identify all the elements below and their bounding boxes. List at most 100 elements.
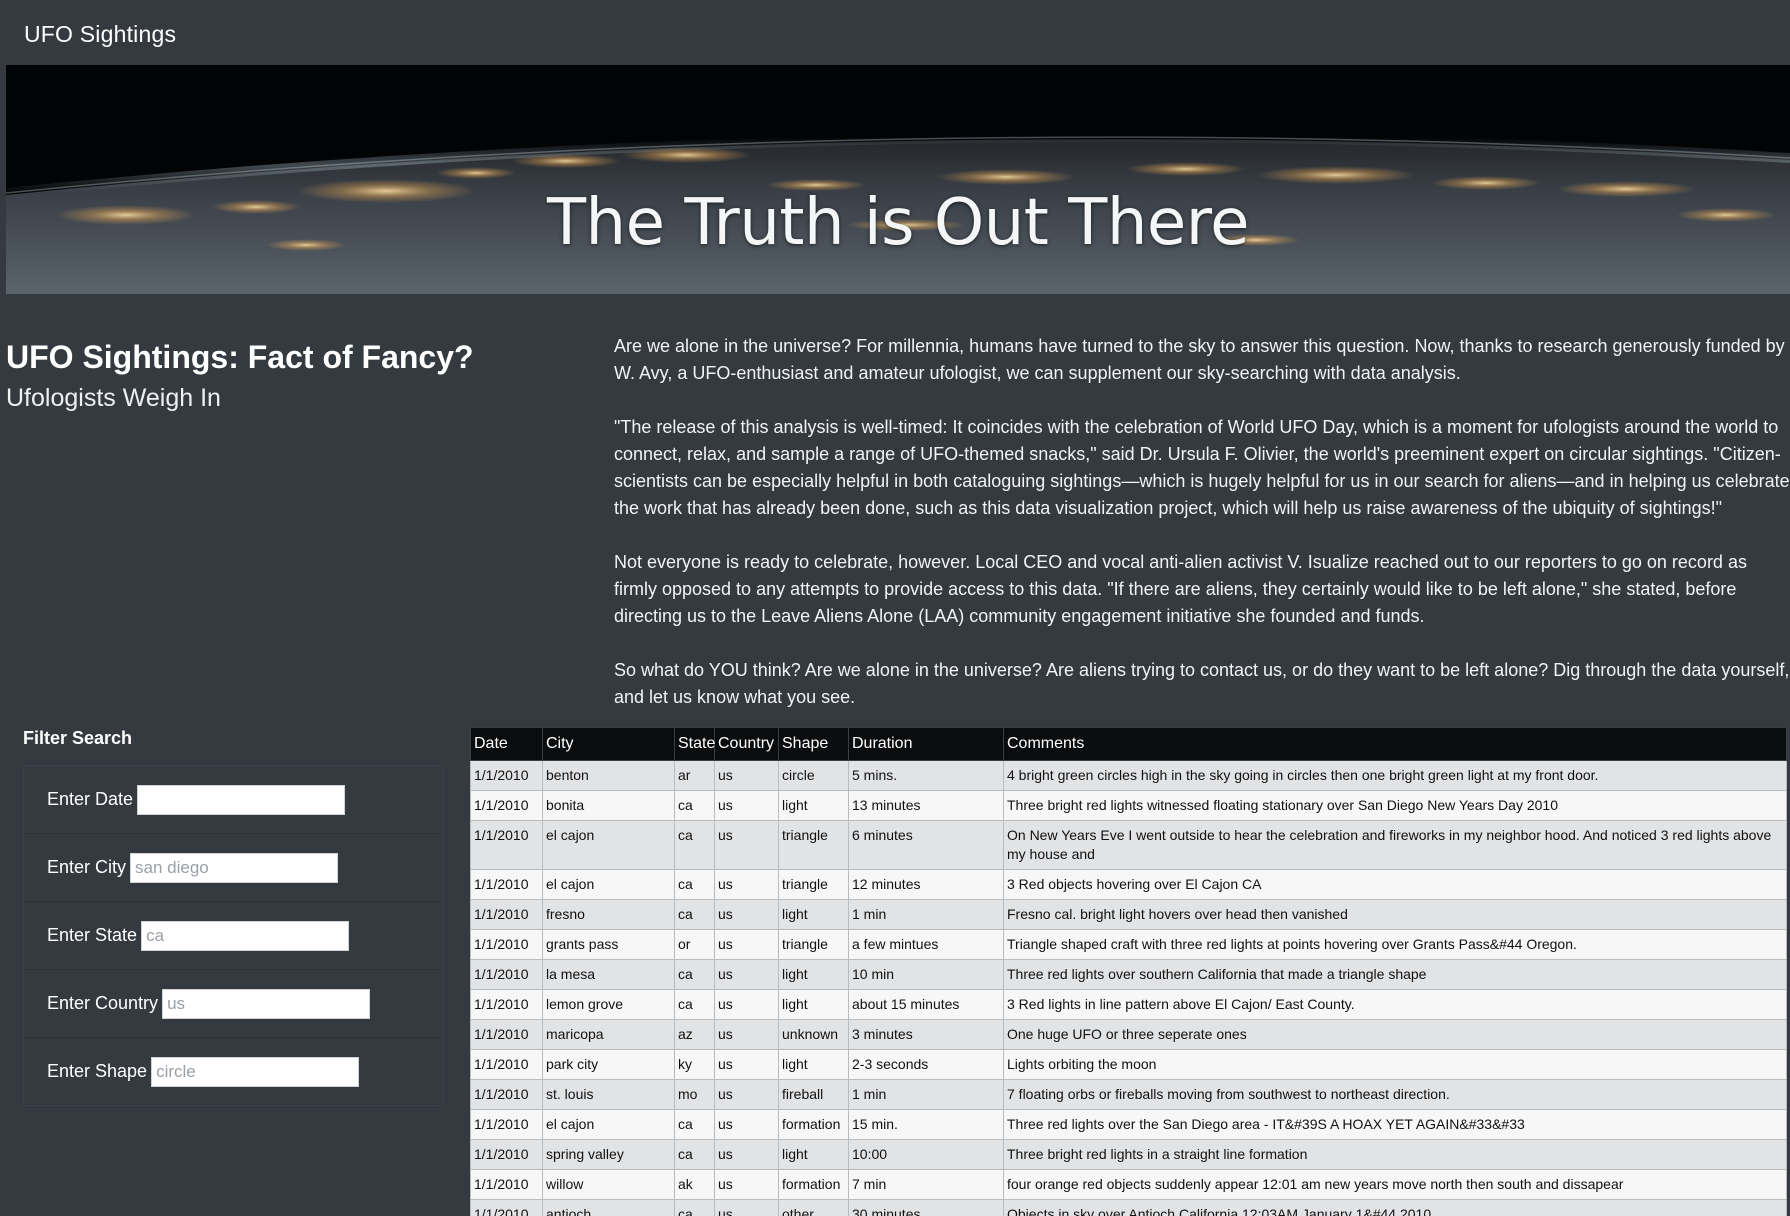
article-paragraph: Not everyone is ready to celebrate, howe…: [614, 552, 1747, 626]
cell-city: maricopa: [542, 1019, 675, 1050]
filter-panel: Filter Search Enter Date Enter City Ente…: [23, 728, 443, 1106]
cell-state: ca: [674, 1139, 715, 1170]
filter-label-date: Enter Date: [47, 789, 134, 809]
cell-country: us: [714, 1049, 779, 1080]
cell-date: 1/1/2010: [470, 1169, 543, 1200]
cell-shape: light: [778, 1049, 849, 1080]
cell-state: ca: [674, 899, 715, 930]
cell-city: park city: [542, 1049, 675, 1080]
cell-duration: 1 min: [848, 1079, 1004, 1110]
cell-state: az: [674, 1019, 715, 1050]
cell-state: ca: [674, 989, 715, 1020]
cell-city: el cajon: [542, 1109, 675, 1140]
cell-date: 1/1/2010: [470, 989, 543, 1020]
cell-shape: formation: [778, 1169, 849, 1200]
column-header-city: City: [542, 727, 675, 761]
column-header-state: State: [674, 727, 715, 761]
cell-shape: light: [778, 989, 849, 1020]
cell-state: ca: [674, 820, 715, 870]
filter-label-state: Enter State: [47, 925, 138, 945]
cell-date: 1/1/2010: [470, 899, 543, 930]
country-input[interactable]: [162, 988, 371, 1019]
cell-shape: unknown: [778, 1019, 849, 1050]
cell-shape: formation: [778, 1109, 849, 1140]
cell-comments: 7 floating orbs or fireballs moving from…: [1003, 1079, 1787, 1110]
cell-comments: Lights orbiting the moon: [1003, 1049, 1787, 1080]
cell-shape: circle: [778, 760, 849, 791]
cell-shape: triangle: [778, 820, 849, 870]
cell-shape: light: [778, 959, 849, 990]
column-header-comments: Comments: [1003, 727, 1787, 761]
cell-date: 1/1/2010: [470, 959, 543, 990]
ufo-table: Date City State Country Shape Duration Comment…: [470, 727, 1787, 1216]
cell-state: ky: [674, 1049, 715, 1080]
cell-country: us: [714, 929, 779, 960]
cell-comments: 4 bright green circles high in the sky g…: [1003, 760, 1787, 791]
cell-date: 1/1/2010: [470, 1049, 543, 1080]
cell-shape: light: [778, 790, 849, 821]
table-row: 1/1/2010 fresno ca us light 1 min Fresno cal. …: [470, 899, 1787, 930]
table-row: 1/1/2010 la mesa ca us light 10 min Three red …: [470, 959, 1787, 990]
ufo-table-container: Date City State Country Shape Duration Comment…: [470, 727, 1787, 1216]
cell-duration: 1 min: [848, 899, 1004, 930]
filter-item-date: Enter Date: [24, 766, 442, 834]
cell-date: 1/1/2010: [470, 1139, 543, 1170]
cell-state: or: [674, 929, 715, 960]
article-section: UFO Sightings: Fact of Fancy? Ufologists…: [6, 294, 1790, 724]
column-header-date: Date: [470, 727, 543, 761]
city-input[interactable]: [130, 852, 339, 883]
filter-item-shape: Enter Shape: [24, 1038, 442, 1105]
cell-state: ca: [674, 790, 715, 821]
cell-country: us: [714, 959, 779, 990]
article-paragraph: Are we alone in the universe? For millen…: [614, 336, 1785, 383]
table-row: 1/1/2010 spring valley ca us light 10:00 Three…: [470, 1139, 1787, 1170]
cell-shape: fireball: [778, 1079, 849, 1110]
cell-comments: four orange red objects suddenly appear …: [1003, 1169, 1787, 1200]
table-row: 1/1/2010 willow ak us formation 7 min four ora…: [470, 1169, 1787, 1200]
table-row: 1/1/2010 st. louis mo us fireball 1 min 7 floa…: [470, 1079, 1787, 1110]
table-row: 1/1/2010 lemon grove ca us light about 15 min…: [470, 989, 1787, 1020]
cell-date: 1/1/2010: [470, 790, 543, 821]
cell-date: 1/1/2010: [470, 1109, 543, 1140]
hero-banner: The Truth is Out There: [6, 65, 1790, 294]
cell-duration: a few mintues: [848, 929, 1004, 960]
cell-city: fresno: [542, 899, 675, 930]
article-paragraph: So what do YOU think? Are we alone in th…: [614, 660, 1790, 707]
cell-city: benton: [542, 760, 675, 791]
article-heading-main: UFO Sightings: Fact of Fancy?: [6, 339, 474, 375]
cell-comments: 3 Red objects hovering over El Cajon CA: [1003, 869, 1787, 900]
cell-country: us: [714, 1079, 779, 1110]
cell-country: us: [714, 1019, 779, 1050]
cell-comments: Three bright red lights in a straight li…: [1003, 1139, 1787, 1170]
cell-date: 1/1/2010: [470, 760, 543, 791]
date-input[interactable]: [137, 784, 346, 815]
filter-item-city: Enter City: [24, 834, 442, 902]
article-body: Are we alone in the universe? For millen…: [614, 333, 1790, 738]
cell-country: us: [714, 790, 779, 821]
navbar: UFO Sightings: [6, 3, 1790, 65]
cell-city: el cajon: [542, 820, 675, 870]
filter-item-country: Enter Country: [24, 970, 442, 1038]
cell-shape: light: [778, 899, 849, 930]
cell-country: us: [714, 820, 779, 870]
cell-duration: 6 minutes: [848, 820, 1004, 870]
cell-duration: 13 minutes: [848, 790, 1004, 821]
navbar-brand-link[interactable]: UFO Sightings: [24, 21, 176, 48]
cell-city: lemon grove: [542, 989, 675, 1020]
shape-input[interactable]: [151, 1056, 360, 1087]
cell-comments: 3 Red lights in line pattern above El Ca…: [1003, 989, 1787, 1020]
cell-city: el cajon: [542, 869, 675, 900]
cell-date: 1/1/2010: [470, 1079, 543, 1110]
cell-city: st. louis: [542, 1079, 675, 1110]
cell-duration: 12 minutes: [848, 869, 1004, 900]
cell-comments: Objects in sky over Antioch California 1…: [1003, 1199, 1787, 1216]
state-input[interactable]: [141, 920, 350, 951]
filter-label-country: Enter Country: [47, 993, 159, 1013]
cell-comments: Three red lights over the San Diego area…: [1003, 1109, 1787, 1140]
page: UFO Sightings The Truth is Out There UFO…: [6, 3, 1790, 1216]
cell-country: us: [714, 760, 779, 791]
cell-city: antioch: [542, 1199, 675, 1216]
cell-duration: 15 min.: [848, 1109, 1004, 1140]
cell-duration: 10 min: [848, 959, 1004, 990]
table-row: 1/1/2010 bonita ca us light 13 minutes Three b…: [470, 790, 1787, 821]
